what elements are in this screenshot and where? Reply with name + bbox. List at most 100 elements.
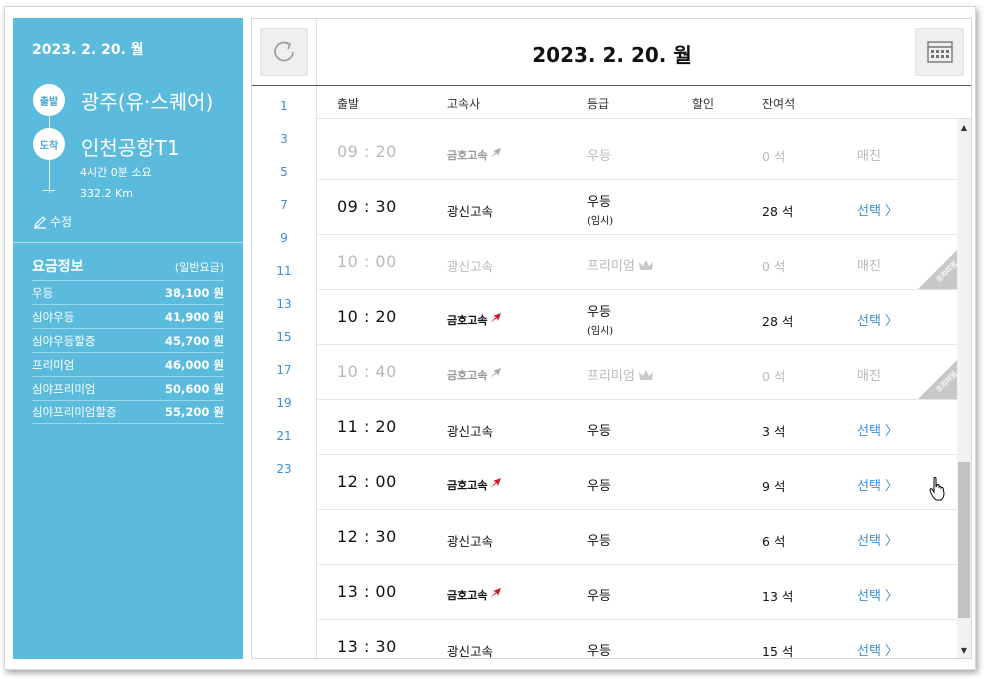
col-depart: 출발 [337,97,360,111]
depart-time: 13 : 30 [337,637,397,656]
kumho-logo-icon [490,313,502,323]
scrollbar-thumb[interactable] [958,462,970,618]
company-name: 광신고속 [447,204,494,219]
route-summary-panel: 2023. 2. 20. 월 출발 광주(유·스퀘어) 도착 인천공항T1 4시… [13,18,243,659]
grade-text: 프리미엄 [587,259,635,274]
depart-time: 13 : 00 [337,582,397,601]
table-row: 12 : 30 광신고속 우등 6 석 선택 〉 [317,510,957,565]
seats-left: 0 석 [762,369,786,384]
grade-text: 우등 [587,305,611,320]
scroll-down-arrow-icon[interactable]: ▼ [957,644,971,658]
hour-link[interactable]: 7 [252,196,316,229]
depart-time: 10 : 00 [337,252,397,271]
company-name: 금호고속 [447,367,502,383]
select-button[interactable]: 선택 〉 [857,310,898,329]
table-row: 12 : 00 금호고속 우등 9 석 선택 〉 [317,455,957,510]
company-name: 금호고속 [447,312,502,328]
select-button[interactable]: 선택 〉 [857,640,898,658]
select-button[interactable]: 선택 〉 [857,420,898,439]
select-button[interactable]: 선택 〉 [857,200,898,219]
company-name: 금호고속 [447,147,502,163]
hour-link[interactable]: 17 [252,361,316,394]
kumho-logo-icon [490,368,502,378]
select-button[interactable]: 선택 〉 [857,585,898,604]
seats-left: 0 석 [762,149,786,164]
hour-link[interactable]: 19 [252,394,316,427]
fare-row: 심야프리미엄 50,600 원 [32,376,224,400]
company-name: 금호고속 [447,587,502,603]
company-text: 금호고속 [447,479,488,492]
fare-price: 45,700 원 [165,333,224,348]
refresh-button[interactable] [260,28,308,76]
seats-left: 28 석 [762,314,794,329]
departure-terminal: 광주(유·스퀘어) [81,90,214,114]
sold-out-label: 매진 [857,149,881,164]
hour-link[interactable]: 15 [252,328,316,361]
hour-link[interactable]: 13 [252,295,316,328]
grade-sub: (임시) [587,216,614,227]
grade: 우등 (임시) [587,301,613,337]
crown-icon [638,370,653,380]
fare-row: 심야우등할증 45,700 원 [32,328,224,352]
fare-title: 요금정보 [32,259,84,275]
hour-link[interactable]: 9 [252,229,316,262]
seats-left: 6 석 [762,534,786,549]
company-name: 광신고속 [447,644,494,659]
hour-link[interactable]: 3 [252,130,316,163]
table-row: 10 : 00 광신고속 프리미엄 0 석 매진 프리미엄 [317,235,958,290]
seats-left: 15 석 [762,644,794,659]
company-name: 광신고속 [447,424,494,439]
fare-price: 55,200 원 [165,405,224,419]
grade: 우등 [587,644,611,659]
edit-route-button[interactable]: 수정 [33,213,72,230]
arrival-badge: 도착 [33,128,65,160]
calendar-icon [926,41,953,63]
hour-selector: 1 3 5 7 9 11 13 15 17 19 21 23 [252,97,316,493]
seats-left: 28 석 [762,204,794,219]
fare-price: 50,600 원 [165,381,224,396]
hour-link[interactable]: 11 [252,262,316,295]
col-grade: 등급 [587,97,610,111]
grade: 우등 [587,149,611,164]
company-text: 금호고속 [447,149,488,162]
fare-price: 41,900 원 [165,309,224,324]
col-discount: 할인 [692,97,715,111]
hour-link[interactable]: 21 [252,427,316,460]
fare-name: 심야우등할증 [32,333,96,348]
schedule-scrollbar[interactable]: ▲ ▼ [957,119,971,658]
table-row: 10 : 40 금호고속 프리미엄 0 석 매진 프리미엄 [317,345,958,400]
table-row: 11 : 20 광신고속 우등 3 석 선택 〉 [317,400,957,455]
table-row: 09 : 20 금호고속 우등 0 석 매진 [317,125,957,180]
hand-cursor-icon [929,477,945,501]
depart-time: 12 : 00 [337,472,397,491]
pencil-icon [34,215,46,229]
company-name: 광신고속 [447,534,494,549]
sold-out-label: 매진 [857,259,881,274]
fare-name: 프리미엄 [32,357,75,372]
grade-sub: (임시) [587,326,614,337]
hour-link[interactable]: 23 [252,460,316,493]
depart-time: 10 : 40 [337,362,397,381]
company-name: 광신고속 [447,259,494,274]
calendar-button[interactable] [915,28,964,76]
depart-time: 12 : 30 [337,527,397,546]
fare-list: 우등 38,100 원 심야우등 41,900 원 심야우등할증 45,700 원 프… [32,280,224,424]
table-row: 13 : 00 금호고속 우등 13 석 선택 〉 [317,565,957,620]
select-button[interactable]: 선택 〉 [857,530,898,549]
schedule-list: 09 : 20 금호고속 우등 0 석 매진 09 : 30 광신고속 우등 (임… [317,125,958,659]
hour-link[interactable]: 1 [252,97,316,130]
hour-link[interactable]: 5 [252,163,316,196]
fare-row: 심야우등 41,900 원 [32,304,224,328]
seats-left: 9 석 [762,479,786,494]
depart-time: 10 : 20 [337,307,397,326]
select-button[interactable]: 선택 〉 [857,475,898,494]
table-row: 10 : 20 금호고속 우등 (임시) 28 석 선택 〉 [317,290,957,345]
trip-duration: 4시간 0분 소요 [80,166,152,179]
table-row: 09 : 30 광신고속 우등 (임시) 28 석 선택 〉 [317,180,957,235]
departure-badge: 출발 [33,84,65,116]
fare-subtitle: (일반요금) [174,261,224,274]
scroll-up-arrow-icon[interactable]: ▲ [957,121,971,135]
fare-name: 심야우등 [32,309,75,324]
kumho-logo-icon [490,478,502,488]
company-text: 금호고속 [447,369,488,382]
